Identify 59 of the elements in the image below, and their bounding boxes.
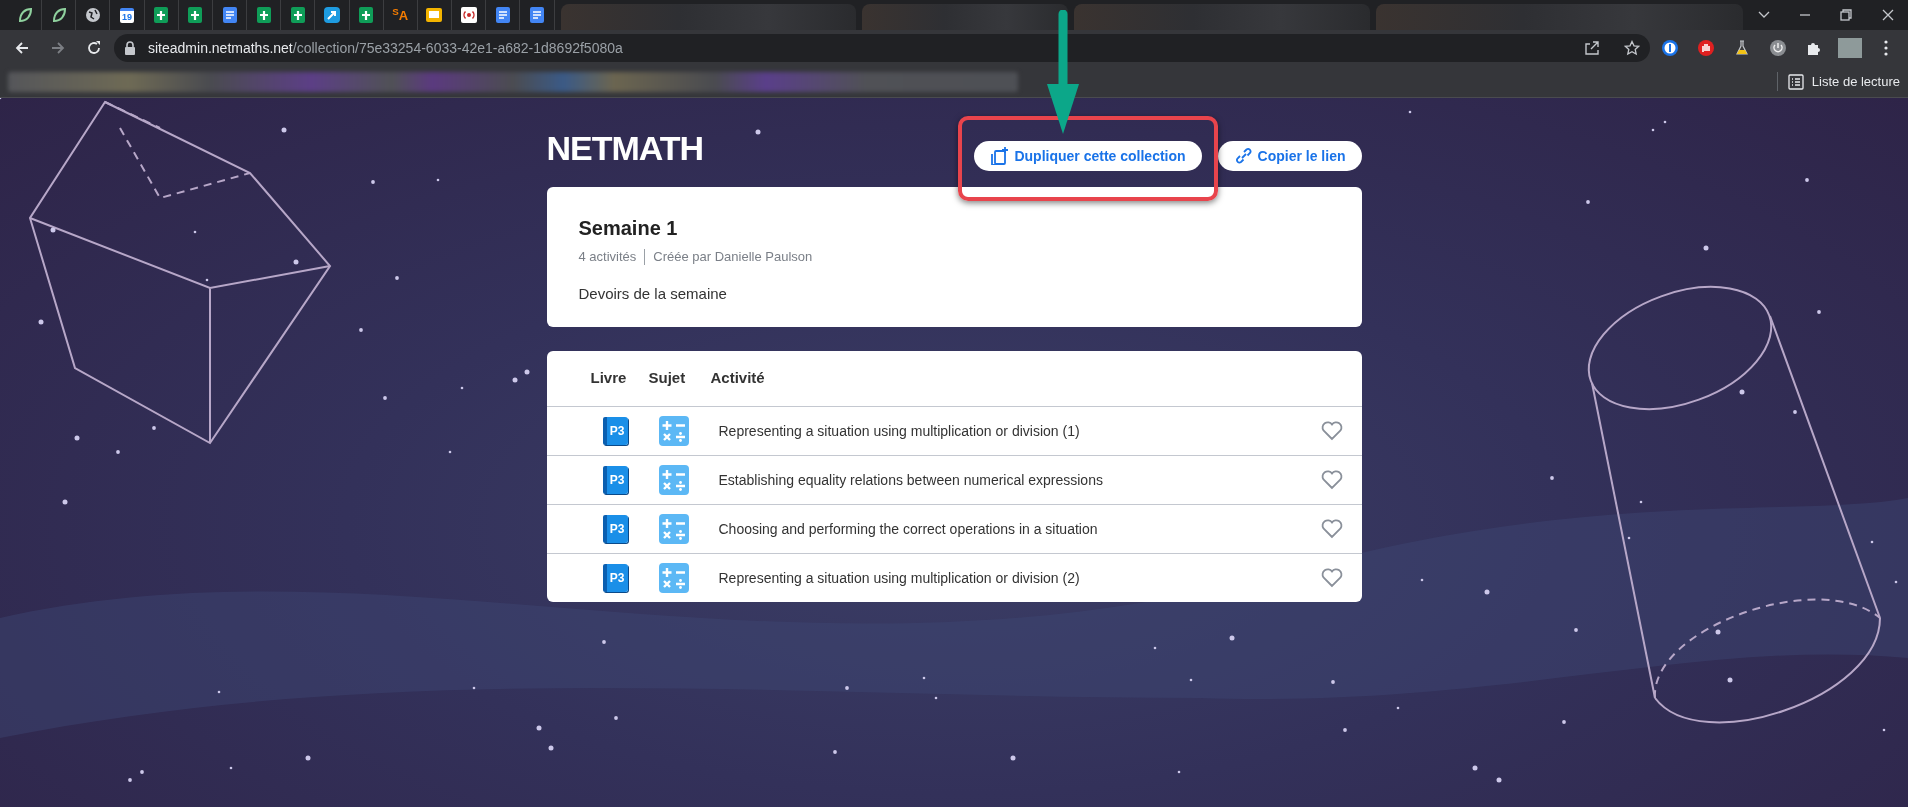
activity-title[interactable]: Choosing and performing the correct operations in a situation xyxy=(710,518,1302,540)
document-icon[interactable] xyxy=(222,7,237,23)
operations-icon xyxy=(658,416,689,446)
spreadsheet-icon[interactable] xyxy=(188,7,203,23)
slides-icon[interactable] xyxy=(426,8,443,22)
operations-icon xyxy=(658,514,689,544)
document-icon[interactable] xyxy=(495,7,510,23)
restore-icon[interactable] xyxy=(1838,7,1855,23)
column-header: Sujet xyxy=(648,368,687,389)
operations-icon xyxy=(658,563,689,593)
logo: NETMATH xyxy=(546,128,704,169)
link-icon xyxy=(1233,147,1252,165)
spreadsheet-icon[interactable] xyxy=(154,7,169,23)
spreadsheet-icon[interactable] xyxy=(359,7,374,23)
calendar-icon[interactable]: 19 xyxy=(120,7,135,23)
activity-title[interactable]: Representing a situation using multiplication or division (2) xyxy=(710,567,1302,589)
book-icon: P3 xyxy=(603,515,628,543)
flask-icon[interactable] xyxy=(1733,39,1751,57)
duplicate-icon xyxy=(990,147,1009,165)
activity-count: 4 activités xyxy=(578,248,637,266)
activity-title[interactable]: Representing a situation using multiplication or division (1) xyxy=(710,420,1302,442)
duplicate-button[interactable]: Dupliquer cette collection xyxy=(974,141,1202,171)
share-icon[interactable] xyxy=(1584,40,1600,56)
lock-icon xyxy=(124,41,136,55)
spreadsheet-icon[interactable] xyxy=(256,7,271,23)
heart-icon[interactable] xyxy=(1320,421,1343,441)
reload-icon[interactable] xyxy=(86,40,102,56)
url-text: siteadmin.netmaths.net/collection/75e33254-6033-42e1-a682-1d8692f5080a xyxy=(148,38,623,58)
heart-icon[interactable] xyxy=(1320,568,1343,588)
column-header: Livre xyxy=(590,368,628,389)
leaf-icon[interactable] xyxy=(16,7,33,23)
book-icon: P3 xyxy=(603,466,628,494)
book-icon: P3 xyxy=(603,564,628,592)
document-icon[interactable] xyxy=(529,7,544,23)
back-icon[interactable] xyxy=(14,40,30,56)
globe-icon[interactable] xyxy=(84,7,101,23)
star-icon[interactable] xyxy=(1624,40,1640,56)
copy-link-button[interactable]: Copier le lien xyxy=(1217,141,1362,171)
hand-icon[interactable] xyxy=(1697,39,1715,57)
reading-list-button[interactable]: Liste de lecture xyxy=(1776,71,1900,92)
address-bar[interactable]: siteadmin.netmaths.net/collection/75e33254-6033-42e1-a682-1d8692f5080a xyxy=(114,34,1650,62)
leaf-icon[interactable] xyxy=(50,7,67,23)
spreadsheet-icon[interactable] xyxy=(290,7,305,23)
tab-letter-icon[interactable]: $^{S}$A xyxy=(392,8,409,22)
heart-icon[interactable] xyxy=(1320,470,1343,490)
book-icon: P3 xyxy=(603,417,628,445)
collection-description: Devoirs de la semaine xyxy=(578,284,727,302)
power-icon[interactable] xyxy=(1769,39,1787,57)
operations-icon xyxy=(658,465,689,495)
broadcast-icon[interactable] xyxy=(460,7,477,23)
activity-title[interactable]: Establishing equality relations between numerical expressions xyxy=(710,469,1302,491)
column-header: Activité xyxy=(710,368,766,389)
blurred-tab[interactable] xyxy=(862,4,1069,30)
heart-icon[interactable] xyxy=(1320,519,1343,539)
collection-title: Semaine 1 xyxy=(578,217,678,239)
forward-icon[interactable] xyxy=(50,40,66,56)
password-icon[interactable] xyxy=(1661,39,1679,57)
list-icon xyxy=(1787,73,1804,90)
author-text: Créée par Danielle Paulson xyxy=(653,248,813,266)
